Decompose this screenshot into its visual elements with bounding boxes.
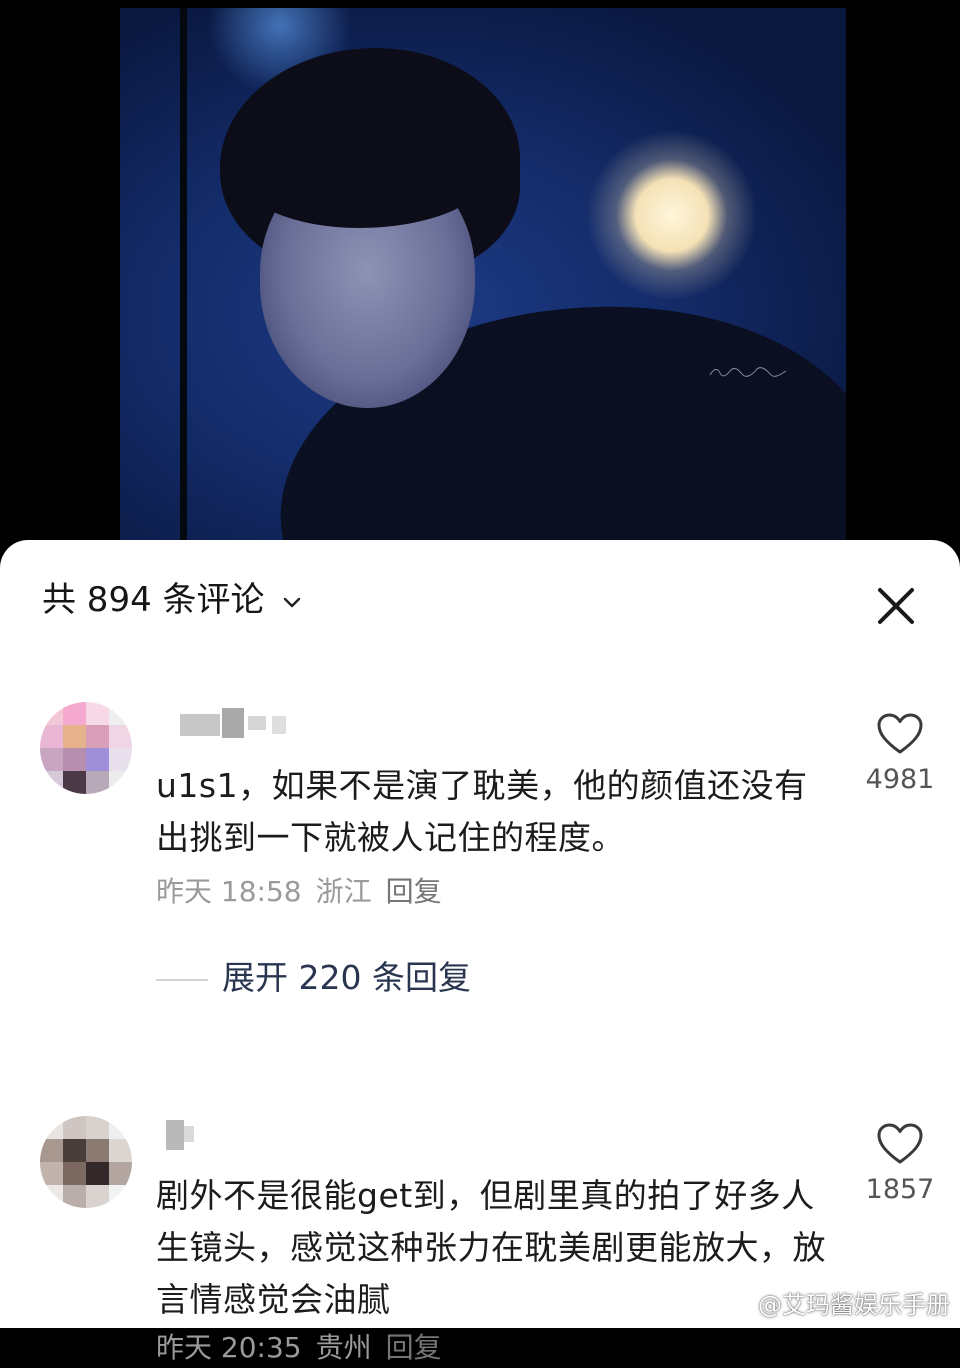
like-count: 1857 — [865, 1174, 935, 1205]
heart-icon[interactable] — [876, 1122, 924, 1166]
weibo-watermark: @艾玛酱娱乐手册 — [724, 1288, 950, 1322]
like-button[interactable]: 1857 — [860, 1122, 940, 1205]
reply-button[interactable]: 回复 — [386, 1331, 442, 1364]
heart-icon[interactable] — [876, 712, 924, 756]
sheet-header: 共 894 条评论 — [0, 540, 960, 660]
close-icon[interactable] — [868, 578, 924, 634]
weibo-watermark-text: @艾玛酱娱乐手册 — [758, 1291, 950, 1319]
username-blurred[interactable] — [164, 708, 304, 738]
comment-meta: 昨天 18:58 浙江 回复 — [156, 872, 456, 912]
avatar[interactable] — [40, 702, 132, 794]
avatar[interactable] — [40, 1116, 132, 1208]
expand-replies-button[interactable]: 展开 220 条回复 — [156, 956, 471, 1000]
comment-location: 贵州 — [315, 1331, 372, 1364]
expand-divider-line — [156, 978, 208, 981]
expand-replies-label: 展开 220 条回复 — [222, 958, 471, 997]
username-blurred[interactable] — [164, 1120, 204, 1150]
like-count: 4981 — [865, 764, 935, 795]
comment-item: u1s1，如果不是演了耽美，他的颜值还没有出挑到一下就被人记住的程度。 昨天 1… — [0, 700, 960, 1100]
weibo-logo-icon — [725, 1295, 753, 1317]
comment-time: 昨天 20:35 — [156, 1331, 302, 1364]
video-player[interactable] — [120, 8, 846, 568]
video-pole — [180, 8, 187, 568]
video-signature-watermark — [708, 366, 788, 378]
reply-button[interactable]: 回复 — [386, 875, 442, 908]
comment-count-title[interactable]: 共 894 条评论 — [42, 578, 265, 622]
comment-time: 昨天 18:58 — [156, 875, 302, 908]
like-button[interactable]: 4981 — [860, 712, 940, 795]
comments-sheet: 共 894 条评论 u1s1，如果不是演了耽美，他的颜值还没有出挑到一下就被人记… — [0, 540, 960, 1364]
comment-meta: 昨天 20:35 贵州 回复 — [156, 1328, 456, 1368]
comment-location: 浙江 — [315, 875, 372, 908]
comment-text: u1s1，如果不是演了耽美，他的颜值还没有出挑到一下就被人记住的程度。 — [156, 766, 808, 857]
chevron-down-icon[interactable] — [280, 590, 304, 614]
